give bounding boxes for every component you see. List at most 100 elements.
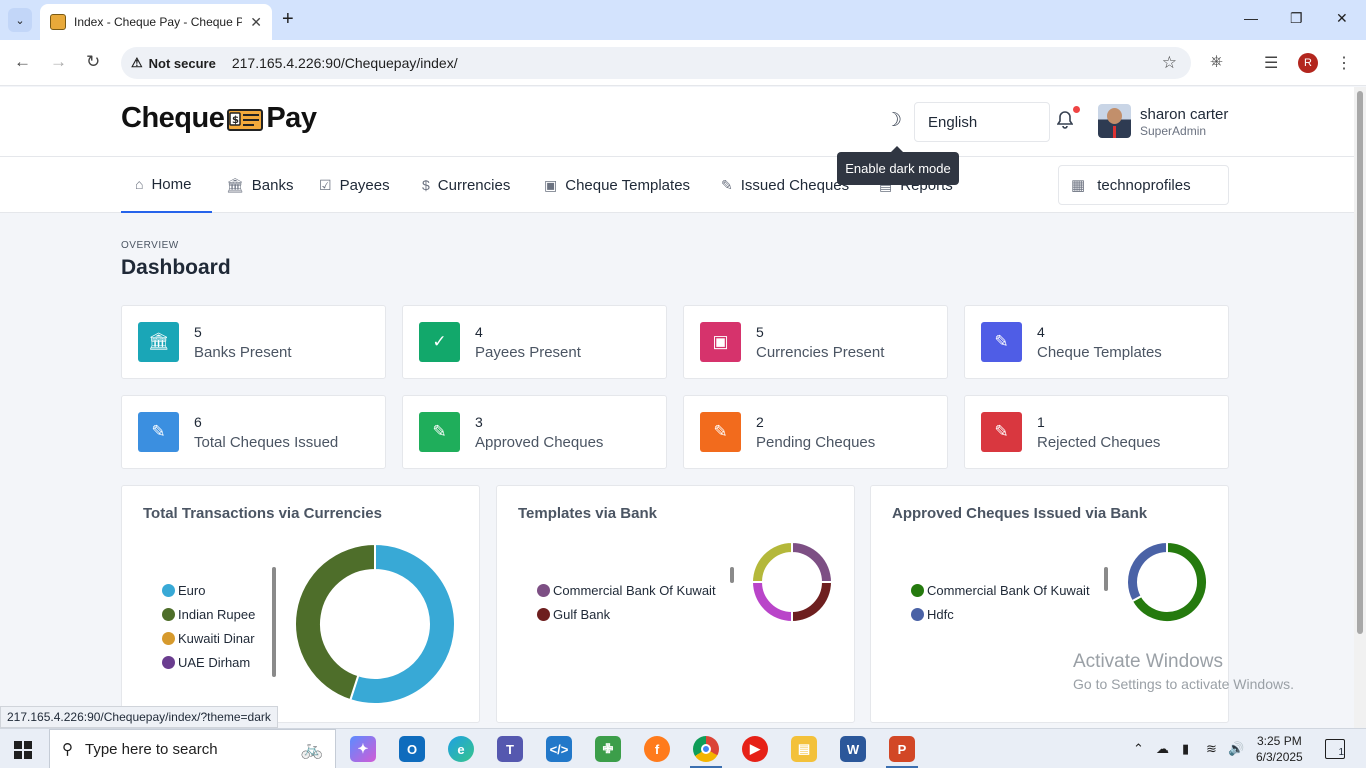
stat-card[interactable]: ✎ 1 Rejected Cheques: [964, 395, 1229, 469]
organization-selector[interactable]: ▦ technoprofiles: [1058, 165, 1229, 205]
svg-text:$: $: [232, 115, 239, 126]
youtube-icon[interactable]: ▶: [742, 736, 768, 762]
stat-label: Cheque Templates: [1037, 344, 1162, 361]
legend-item[interactable]: Gulf Bank: [537, 598, 716, 630]
moon-icon[interactable]: ☽: [885, 109, 902, 132]
bicycle-icon: 🚲: [300, 738, 323, 759]
cheque-logo-icon: $: [226, 105, 264, 133]
stat-card[interactable]: 🏛 5 Banks Present: [121, 305, 386, 379]
minimize-icon[interactable]: —: [1244, 10, 1258, 26]
profile-avatar[interactable]: R: [1298, 53, 1318, 73]
legend-swatch: [162, 583, 175, 597]
user-name[interactable]: sharon carter: [1140, 106, 1228, 123]
file-explorer-icon[interactable]: ▤: [791, 736, 817, 762]
restore-icon[interactable]: ❐: [1290, 10, 1303, 27]
app-icon[interactable]: ✙: [595, 736, 621, 762]
taskbar-clock[interactable]: 3:25 PM 6/3/2025: [1256, 733, 1303, 765]
nav-label: Cheque Templates: [565, 176, 691, 194]
legend-label: Kuwaiti Dinar: [178, 630, 255, 646]
chart-legend: Euro Indian Rupee Kuwaiti Dinar UAE Dirh…: [162, 574, 255, 678]
bookmark-star-icon[interactable]: ☆: [1162, 53, 1177, 73]
chrome-icon[interactable]: [693, 736, 719, 762]
firefox-icon[interactable]: f: [644, 736, 670, 762]
clock-date: 6/3/2025: [1256, 750, 1303, 764]
extensions-icon[interactable]: ⎈: [1210, 53, 1223, 71]
outlook-icon[interactable]: O: [399, 736, 425, 762]
language-select[interactable]: English: [914, 102, 1050, 142]
page-scrollbar-thumb[interactable]: [1357, 91, 1363, 634]
donut-slice[interactable]: [751, 541, 793, 583]
stat-card[interactable]: ✎ 6 Total Cheques Issued: [121, 395, 386, 469]
powerpoint-icon[interactable]: P: [889, 736, 915, 762]
url-text[interactable]: 217.165.4.226:90/Chequepay/index/: [232, 55, 458, 71]
stat-value: 5: [194, 324, 202, 340]
legend-scrollbar[interactable]: [272, 567, 276, 677]
overview-label: OVERVIEW: [121, 240, 179, 251]
taskbar-search[interactable]: ⚲ Type here to search 🚲: [49, 729, 336, 768]
nav-item-banks[interactable]: 🏛 Banks: [226, 157, 293, 213]
donut-slice[interactable]: [791, 541, 833, 583]
cloud-icon[interactable]: ☁: [1156, 741, 1169, 757]
legend-item[interactable]: UAE Dirham: [162, 646, 255, 678]
stat-card[interactable]: ✎ 2 Pending Cheques: [683, 395, 948, 469]
vscode-icon[interactable]: </>: [546, 736, 572, 762]
legend-item[interactable]: Hdfc: [911, 598, 1090, 630]
pencil-icon: ✎: [981, 412, 1022, 452]
pencil-icon: ✎: [419, 412, 460, 452]
check-square-icon: ☑: [319, 176, 332, 193]
legend-label: Gulf Bank: [553, 606, 611, 622]
tab-list-button[interactable]: ⌄: [8, 8, 32, 32]
browser-tab[interactable]: Index - Cheque Pay - Cheque P ✕: [40, 4, 272, 40]
teams-icon[interactable]: T: [497, 736, 523, 762]
chart-legend: Commercial Bank Of Kuwait Hdfc: [911, 574, 1090, 630]
browser-menu-icon[interactable]: ⋮: [1336, 53, 1352, 73]
edge-icon[interactable]: e: [448, 736, 474, 762]
chart-panel-currencies: Total Transactions via Currencies Euro I…: [121, 485, 480, 723]
nav-item-cheque-templates[interactable]: ▣ Cheque Templates: [544, 157, 690, 213]
volume-icon[interactable]: 🔊: [1228, 741, 1244, 757]
back-icon[interactable]: ←: [14, 52, 31, 72]
app-logo[interactable]: Cheque $ Pay: [121, 102, 317, 135]
bell-icon[interactable]: [1056, 111, 1074, 134]
new-tab-button[interactable]: +: [282, 8, 294, 30]
legend-scrollbar[interactable]: [1104, 567, 1108, 591]
legend-swatch: [911, 607, 924, 621]
nav-item-currencies[interactable]: $ Currencies: [422, 157, 510, 213]
legend-scrollbar[interactable]: [730, 567, 734, 583]
user-avatar[interactable]: [1098, 104, 1131, 138]
pencil-icon: ✎: [138, 412, 179, 452]
nav-item-home[interactable]: ⌂ Home: [121, 157, 212, 213]
donut-slice[interactable]: [1126, 541, 1168, 603]
logo-text-right: Pay: [266, 102, 317, 134]
word-icon[interactable]: W: [840, 736, 866, 762]
wifi-icon[interactable]: ≋: [1206, 741, 1217, 757]
chevron-up-icon[interactable]: ⌃: [1133, 741, 1144, 757]
security-chip[interactable]: ⚠ Not secure: [131, 55, 226, 71]
nav-item-payees[interactable]: ☑ Payees: [319, 157, 390, 213]
stat-card[interactable]: ▣ 5 Currencies Present: [683, 305, 948, 379]
stat-card[interactable]: ✎ 4 Cheque Templates: [964, 305, 1229, 379]
forward-icon[interactable]: →: [50, 52, 67, 72]
organization-name: technoprofiles: [1097, 176, 1191, 194]
legend-swatch: [537, 607, 550, 621]
reload-icon[interactable]: ↻: [86, 52, 100, 72]
battery-icon[interactable]: ▮: [1182, 741, 1189, 757]
stat-card[interactable]: ✎ 3 Approved Cheques: [402, 395, 667, 469]
close-window-icon[interactable]: ✕: [1336, 10, 1348, 27]
media-control-icon[interactable]: ☰: [1264, 53, 1278, 73]
page-scrollbar[interactable]: [1354, 87, 1366, 728]
legend-swatch: [162, 631, 175, 645]
donut-slice[interactable]: [751, 581, 793, 623]
stat-value: 2: [756, 414, 764, 430]
donut-chart: [294, 543, 456, 705]
omnibox[interactable]: ⚠ Not secure 217.165.4.226:90/Chequepay/…: [121, 47, 1191, 79]
stat-card[interactable]: ✓ 4 Payees Present: [402, 305, 667, 379]
windows-start-icon[interactable]: [14, 741, 32, 759]
notification-center-icon[interactable]: 1: [1325, 739, 1345, 759]
copilot-icon[interactable]: ✦: [350, 736, 376, 762]
donut-slice[interactable]: [791, 581, 833, 623]
nav-item-issued-cheques[interactable]: ✎ Issued Cheques: [721, 157, 849, 213]
close-tab-icon[interactable]: ✕: [250, 14, 262, 31]
stat-value: 4: [475, 324, 483, 340]
stat-label: Currencies Present: [756, 344, 885, 361]
